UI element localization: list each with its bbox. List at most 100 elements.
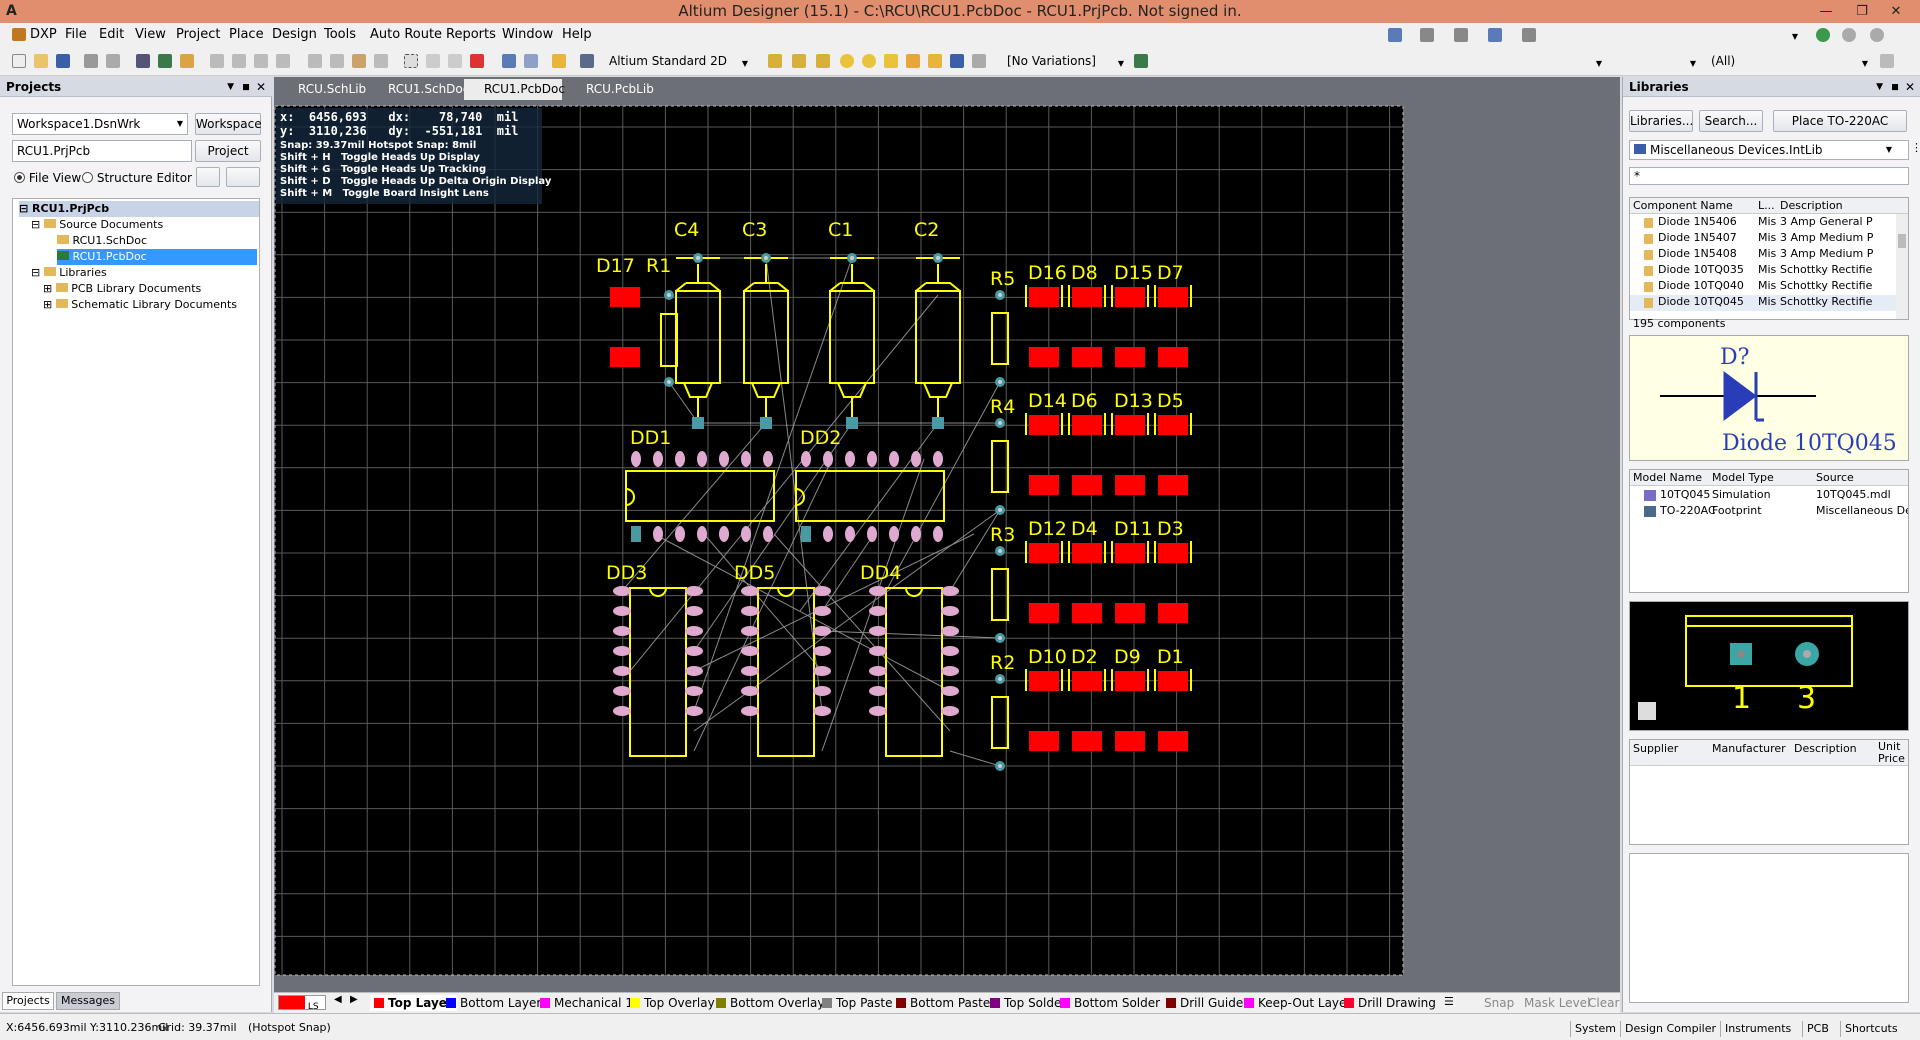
col-supplier[interactable]: Supplier <box>1633 742 1678 755</box>
component-row[interactable]: Diode 1N5406 Mis 3 Amp General P <box>1630 215 1898 231</box>
ic-pin[interactable] <box>941 626 959 636</box>
smd-pad[interactable] <box>1158 671 1188 691</box>
ic-pin[interactable] <box>869 586 887 596</box>
ic-pin[interactable] <box>719 526 729 542</box>
smd-pad[interactable] <box>1072 287 1102 307</box>
tab-rcu1-schdoc[interactable]: RCU1.SchDoc <box>368 79 469 100</box>
ic-pin[interactable] <box>685 586 703 596</box>
ic-pin[interactable] <box>613 706 631 716</box>
menu-window[interactable]: Window <box>502 27 553 42</box>
lib-panel-menu-icon[interactable]: ▼ <box>1876 77 1883 97</box>
ic-pin[interactable] <box>813 666 831 676</box>
filter-combo-1[interactable]: ▼ <box>1520 51 1606 71</box>
view-config-icon[interactable] <box>580 54 594 68</box>
panel-button-design-compiler[interactable]: Design Compiler <box>1620 1021 1716 1037</box>
layer-scroll-left-icon[interactable]: ◀ <box>334 994 342 1005</box>
ic-pin[interactable] <box>933 526 943 542</box>
smd-pad[interactable] <box>1029 731 1059 751</box>
smd-pad[interactable] <box>610 347 640 367</box>
ic-pin[interactable] <box>685 606 703 616</box>
ic-pin[interactable] <box>941 646 959 656</box>
ic-pin[interactable] <box>823 451 833 467</box>
fill-icon[interactable] <box>906 54 920 68</box>
layer-tab-drill-guide[interactable]: Drill Guide <box>1166 995 1243 1011</box>
grid-icon[interactable] <box>1522 28 1536 42</box>
ic-pin[interactable] <box>869 686 887 696</box>
copy-icon[interactable] <box>330 54 344 68</box>
ic-pin[interactable] <box>741 646 759 656</box>
filter-all-select[interactable]: (All) ▼ <box>1706 51 1872 71</box>
ic-pin[interactable] <box>941 666 959 676</box>
ic-pin[interactable] <box>813 586 831 596</box>
component-row[interactable]: Diode 10TQ035 Mis Schottky Rectifie <box>1630 263 1898 279</box>
component-row[interactable]: Diode 10TQ040 Mis Schottky Rectifie <box>1630 279 1898 295</box>
ic-pin[interactable] <box>933 451 943 467</box>
ic-pin[interactable] <box>813 646 831 656</box>
ic-pin[interactable] <box>813 626 831 636</box>
ic-pin[interactable] <box>741 526 751 542</box>
project-button[interactable]: Project <box>195 140 261 162</box>
workspace-select[interactable]: Workspace1.DsnWrk ▼ <box>12 113 188 135</box>
tree-source-documents[interactable]: ⊟ Source Documents <box>31 217 163 233</box>
tab-rcu-pcblib[interactable]: RCU.PcbLib <box>566 79 654 100</box>
snap-icon[interactable] <box>1880 54 1894 68</box>
smd-pad[interactable] <box>1029 603 1059 623</box>
mask-level-button[interactable]: Mask Level <box>1524 995 1590 1011</box>
close-button[interactable]: ✕ <box>1876 0 1916 23</box>
polygon-icon[interactable] <box>928 54 942 68</box>
tree-libraries[interactable]: ⊟ Libraries <box>31 265 107 281</box>
rubber-stamp-icon[interactable] <box>374 54 388 68</box>
ic-pin[interactable] <box>741 666 759 676</box>
ic-pin[interactable] <box>685 706 703 716</box>
zoom-area-icon[interactable] <box>232 54 246 68</box>
col-component-name[interactable]: Component Name <box>1633 199 1733 212</box>
layer-tab-bottom-layer[interactable]: Bottom Layer <box>446 995 541 1011</box>
ic-pin[interactable] <box>685 686 703 696</box>
ic-pin[interactable] <box>845 451 855 467</box>
smd-pad[interactable] <box>1158 543 1188 563</box>
project-field[interactable]: RCU1.PrjPcb <box>12 140 192 162</box>
ic-pin[interactable] <box>685 666 703 676</box>
ic-pin[interactable] <box>675 526 685 542</box>
smd-pad[interactable] <box>1115 347 1145 367</box>
smd-pad[interactable] <box>1072 475 1102 495</box>
col-manufacturer[interactable]: Manufacturer <box>1712 742 1786 755</box>
folder-icon[interactable] <box>180 54 194 68</box>
tree-schdoc[interactable]: RCU1.SchDoc <box>57 233 257 249</box>
ic-pin[interactable] <box>941 706 959 716</box>
variations-select[interactable]: [No Variations] ▼ <box>1002 51 1128 71</box>
tree-schematic-library-docs[interactable]: ⊞ Schematic Library Documents <box>43 297 237 313</box>
col-supplier-description[interactable]: Description <box>1794 742 1857 755</box>
smd-pad[interactable] <box>1029 287 1059 307</box>
ic-pin[interactable] <box>911 526 921 542</box>
tree-root-project[interactable]: ⊟ RCU1.PrjPcb <box>19 201 259 217</box>
panel-close-icon[interactable]: ✕ <box>256 77 266 97</box>
ic-pin[interactable] <box>823 526 833 542</box>
ic-pin[interactable] <box>613 646 631 656</box>
smd-pad[interactable] <box>1115 603 1145 623</box>
pad[interactable] <box>760 417 772 429</box>
ic-pin[interactable] <box>631 451 641 467</box>
print-preview-icon[interactable] <box>106 54 120 68</box>
ic-pin[interactable] <box>763 526 773 542</box>
ic-pin[interactable] <box>813 706 831 716</box>
layer-tab-mechanical-1[interactable]: Mechanical 1 <box>540 995 633 1011</box>
layers-icon[interactable] <box>136 54 150 68</box>
pad-icon[interactable] <box>862 54 876 68</box>
smd-pad[interactable] <box>1029 475 1059 495</box>
smd-pad[interactable] <box>1158 415 1188 435</box>
ic-pin[interactable] <box>613 606 631 616</box>
interactive-route-icon[interactable] <box>768 54 782 68</box>
col-source[interactable]: Source <box>1816 471 1854 484</box>
filter-input[interactable]: * <box>1629 167 1909 185</box>
ic-pin[interactable] <box>869 646 887 656</box>
smd-pad[interactable] <box>1115 543 1145 563</box>
ic-pin[interactable] <box>613 686 631 696</box>
panel-button-system[interactable]: System <box>1570 1021 1616 1037</box>
layer-tab-keep-out-layer[interactable]: Keep-Out Layer <box>1244 995 1351 1011</box>
tab-rcu-schlib[interactable]: RCU.SchLib <box>278 79 366 100</box>
tab-rcu1-pcbdoc[interactable]: RCU1.PcbDoc <box>464 79 565 100</box>
move-icon[interactable] <box>426 54 440 68</box>
pad[interactable] <box>846 417 858 429</box>
ic-pin[interactable] <box>869 666 887 676</box>
